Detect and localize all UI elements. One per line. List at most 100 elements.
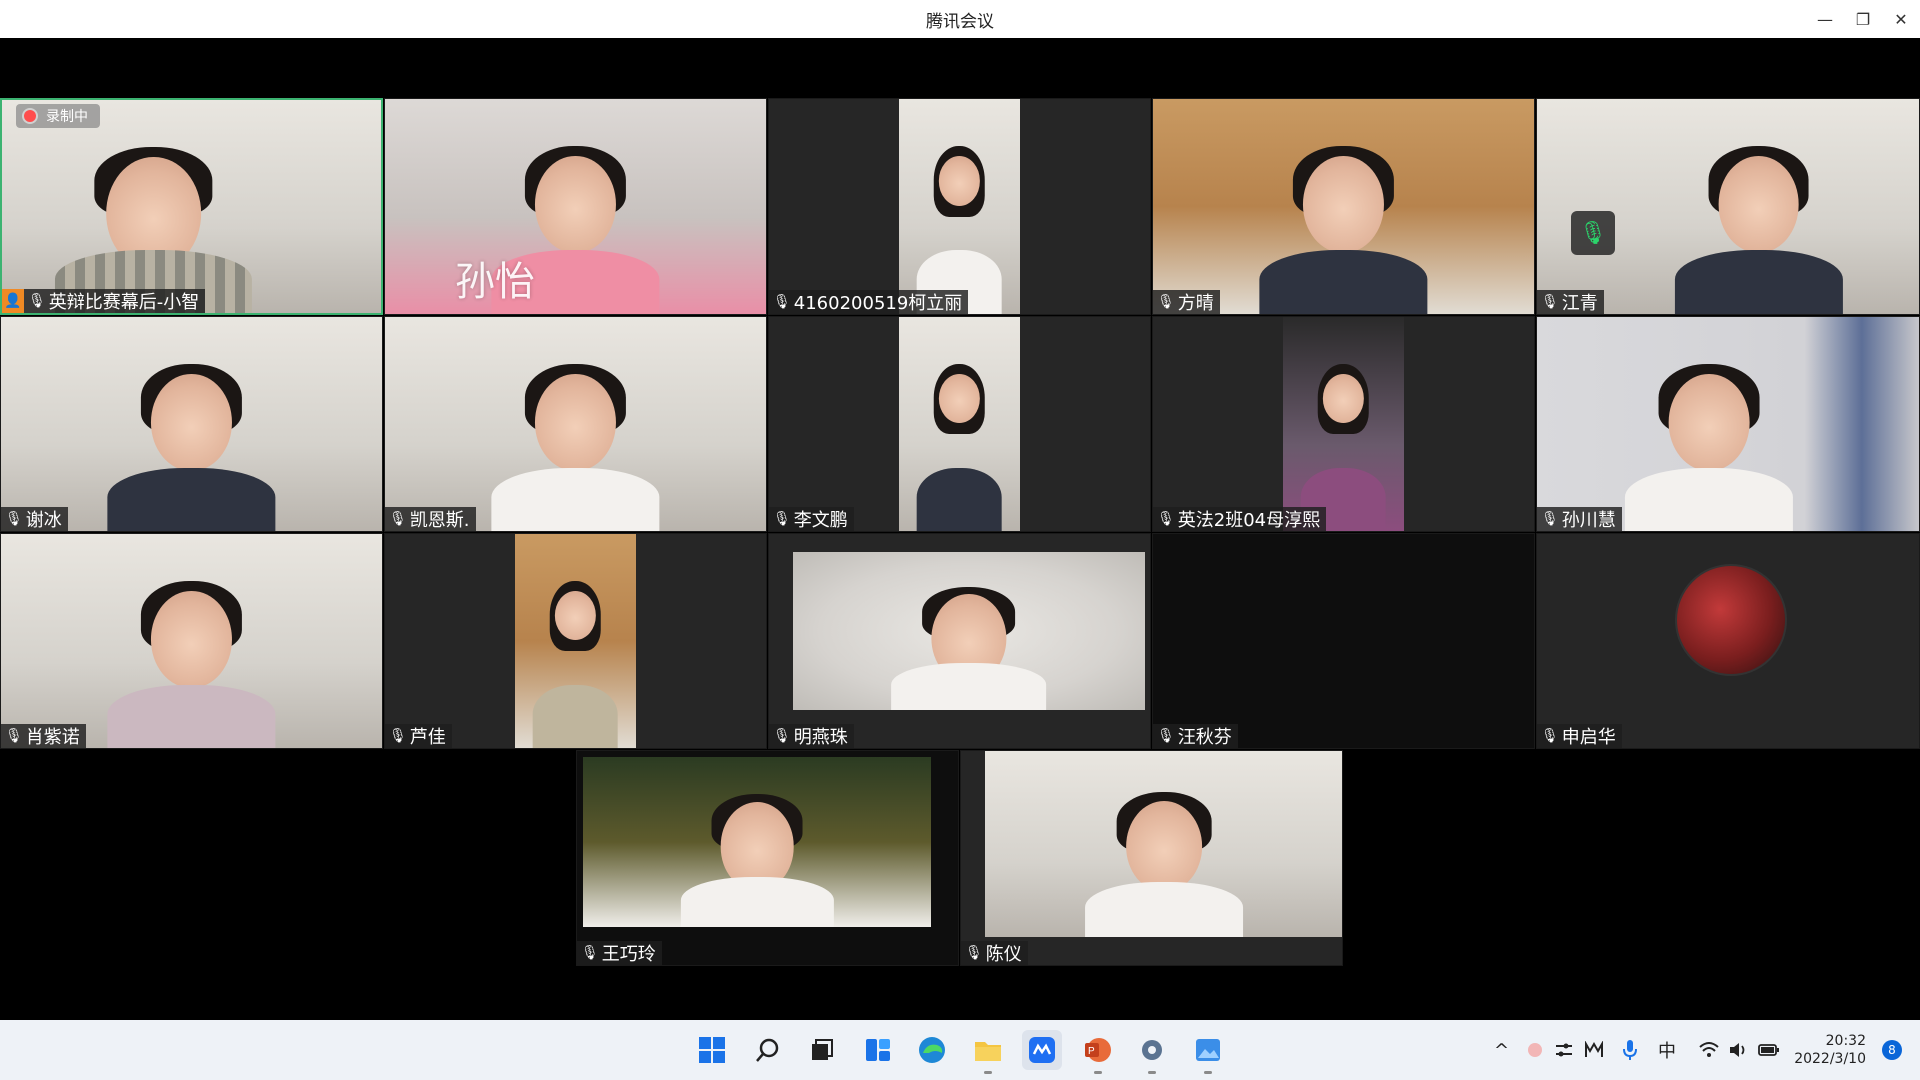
video-tile[interactable]: 🎙 李文鹏 xyxy=(768,316,1151,532)
video-feed xyxy=(898,317,1021,531)
recording-badge[interactable]: 录制中 xyxy=(16,104,100,128)
title-bar: 腾讯会议 — ❐ ✕ xyxy=(0,0,1920,38)
participant-name-bar: 🎙 陈仪 xyxy=(961,941,1028,965)
record-dot-icon xyxy=(24,110,36,122)
participant-name: 英辩比赛幕后-小智 xyxy=(48,292,200,313)
video-tile[interactable]: 🎙 汪秋芬 xyxy=(1152,533,1535,749)
participant-name-bar: 🎙 申启华 xyxy=(1537,724,1622,748)
participant-name-bar: 🎙 明燕珠 xyxy=(769,724,854,748)
system-clock[interactable]: 20:32 2022/3/10 xyxy=(1794,1032,1866,1068)
video-feed xyxy=(385,99,766,314)
participant-name: 方晴 xyxy=(1177,293,1214,314)
photos-icon[interactable] xyxy=(1188,1030,1228,1074)
video-tile[interactable]: 🎙 芦佳 xyxy=(384,533,767,749)
participant-video xyxy=(491,364,660,531)
participant-name-bar: 🎙 4160200519柯立丽 xyxy=(769,290,969,314)
clock-time: 20:32 xyxy=(1825,1033,1866,1049)
participant-name: 英法2班04母淳熙 xyxy=(1177,510,1321,531)
volume-icon[interactable] xyxy=(1728,1020,1748,1080)
participant-name: 肖紫诺 xyxy=(25,727,80,748)
tray-chevron-icon[interactable]: ^ xyxy=(1494,1020,1509,1080)
participant-video xyxy=(1624,364,1793,531)
mic-muted-icon: 🎙 xyxy=(1541,728,1559,744)
video-feed xyxy=(985,751,1342,937)
video-tile[interactable]: 🎙 🎙 江青 xyxy=(1536,98,1920,315)
video-tile[interactable]: 🎙 英法2班04母淳熙 xyxy=(1152,316,1535,532)
participant-name: 4160200519柯立丽 xyxy=(793,293,963,314)
participant-video xyxy=(891,586,1047,710)
participant-name: 李文鹏 xyxy=(793,510,848,531)
restore-button[interactable]: ❐ xyxy=(1844,0,1882,38)
participant-name-bar: 🎙 凯恩斯. xyxy=(385,507,476,531)
mic-muted-icon: 🎙 xyxy=(773,728,791,744)
participant-video xyxy=(107,364,276,531)
video-feed xyxy=(1537,99,1919,314)
participant-name-bar: 🎙 江青 xyxy=(1537,290,1604,314)
mic-muted-icon: 🎙 xyxy=(773,294,791,310)
participant-name: 芦佳 xyxy=(409,727,446,748)
settings-icon[interactable] xyxy=(1132,1030,1172,1074)
participant-name: 凯恩斯. xyxy=(409,510,470,531)
mic-muted-icon: 🎙 xyxy=(389,511,407,527)
video-feed xyxy=(514,534,637,748)
participant-video xyxy=(532,581,619,748)
mic-muted-icon: 🎙 xyxy=(1157,728,1175,744)
participant-name: 明燕珠 xyxy=(793,727,848,748)
mic-icon[interactable]: 🎙 xyxy=(1571,211,1615,255)
video-tile[interactable]: 🎙 4160200519柯立丽 xyxy=(768,98,1151,315)
video-feed xyxy=(793,552,1145,710)
tray-app2-icon[interactable] xyxy=(1584,1020,1604,1080)
window-controls: — ❐ ✕ xyxy=(1806,0,1920,38)
participant-video xyxy=(680,794,834,927)
video-tile[interactable]: 🎙 王巧玲 xyxy=(576,750,959,966)
video-feed xyxy=(2,100,381,313)
file-explorer-icon[interactable] xyxy=(968,1030,1008,1074)
participant-name-bar: 👤 🎙 英辩比赛幕后-小智 xyxy=(2,289,206,313)
participant-video xyxy=(1674,146,1843,314)
tray-app-icon[interactable] xyxy=(1526,1020,1544,1080)
video-tile[interactable]: 🎙 方晴 xyxy=(1152,98,1535,315)
mic-muted-icon: 🎙 xyxy=(389,728,407,744)
recording-label: 录制中 xyxy=(46,109,88,125)
video-tile[interactable]: 🎙 凯恩斯. xyxy=(384,316,767,532)
task-view-icon[interactable] xyxy=(802,1030,842,1070)
video-tile[interactable]: 🎙 明燕珠 xyxy=(768,533,1151,749)
video-tile[interactable]: 🎙 孙川慧 xyxy=(1536,316,1920,532)
participant-name: 孙川慧 xyxy=(1561,510,1616,531)
participant-name-bar: 🎙 芦佳 xyxy=(385,724,452,748)
ime-indicator[interactable]: 中 xyxy=(1658,1020,1676,1080)
participant-name: 汪秋芬 xyxy=(1177,727,1232,748)
video-tile[interactable]: 🎙 陈仪 xyxy=(960,750,1343,966)
video-tile[interactable]: 🎙 申启华 xyxy=(1536,533,1920,749)
notification-badge[interactable]: 8 xyxy=(1882,1040,1902,1060)
participant-name: 江青 xyxy=(1561,293,1598,314)
participant-name: 王巧玲 xyxy=(601,944,656,965)
video-tile[interactable]: 孙怡 xyxy=(384,98,767,315)
battery-icon[interactable] xyxy=(1758,1020,1780,1080)
participant-name-bar: 🎙 方晴 xyxy=(1153,290,1220,314)
search-icon[interactable] xyxy=(748,1030,788,1070)
start-icon[interactable] xyxy=(692,1030,732,1070)
video-feed xyxy=(1,317,382,531)
microphone-icon[interactable] xyxy=(1622,1020,1638,1080)
close-button[interactable]: ✕ xyxy=(1882,0,1920,38)
wifi-icon[interactable] xyxy=(1698,1020,1720,1080)
minimize-button[interactable]: — xyxy=(1806,0,1844,38)
video-feed xyxy=(385,317,766,531)
video-tile[interactable]: 录制中 👤 🎙 英辩比赛幕后-小智 xyxy=(0,98,383,315)
participant-video xyxy=(107,581,276,748)
clock-date: 2022/3/10 xyxy=(1794,1051,1866,1067)
powerpoint-icon[interactable]: P xyxy=(1078,1030,1118,1074)
participant-name-bar: 🎙 英法2班04母淳熙 xyxy=(1153,507,1327,531)
host-badge-icon: 👤 xyxy=(2,289,24,313)
video-tile[interactable]: 🎙 谢冰 xyxy=(0,316,383,532)
video-tile[interactable]: 🎙 肖紫诺 xyxy=(0,533,383,749)
participant-name-bar: 🎙 汪秋芬 xyxy=(1153,724,1238,748)
mic-muted-icon: 🎙 xyxy=(581,945,599,961)
tray-sliders-icon[interactable] xyxy=(1554,1020,1574,1080)
tencent-meeting-icon[interactable] xyxy=(1022,1030,1062,1070)
mic-on-icon: 🎙 xyxy=(1541,511,1559,527)
widgets-icon[interactable] xyxy=(858,1030,898,1070)
video-feed xyxy=(1537,317,1919,531)
edge-icon[interactable] xyxy=(912,1030,952,1070)
